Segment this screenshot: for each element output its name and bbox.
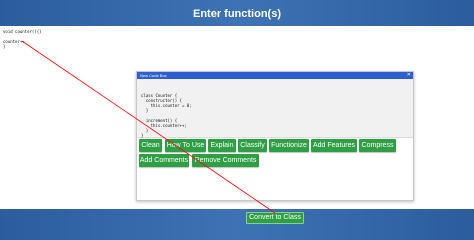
compress-button[interactable]: Compress xyxy=(359,139,396,152)
dialog-titlebar[interactable]: New Code Box ✕ xyxy=(137,72,413,79)
functionize-button[interactable]: Functionize xyxy=(269,139,309,152)
add-comments-button[interactable]: Add Comments xyxy=(139,154,189,167)
clean-button[interactable]: Clean xyxy=(139,139,162,152)
close-icon[interactable]: ✕ xyxy=(407,72,411,79)
dialog-code-area[interactable]: class Counter { constructor() { this.cou… xyxy=(137,79,413,138)
converted-code: class Counter { constructor() { this.cou… xyxy=(141,93,192,138)
convert-to-class-button[interactable]: Convert to Class xyxy=(246,212,304,224)
how-to-use-button[interactable]: How To Use xyxy=(165,139,206,152)
result-dialog: New Code Box ✕ class Counter { construct… xyxy=(136,71,414,201)
page-title: Enter function(s) xyxy=(193,8,281,20)
editor-code[interactable]: void counter(){} counter++ } xyxy=(3,29,42,49)
explain-button[interactable]: Explain xyxy=(208,139,236,152)
dialog-title: New Code Box xyxy=(140,73,167,78)
classify-button[interactable]: Classify xyxy=(238,139,267,152)
remove-comments-button[interactable]: Remove Comments xyxy=(192,154,259,167)
add-features-button[interactable]: Add Features xyxy=(311,139,357,152)
